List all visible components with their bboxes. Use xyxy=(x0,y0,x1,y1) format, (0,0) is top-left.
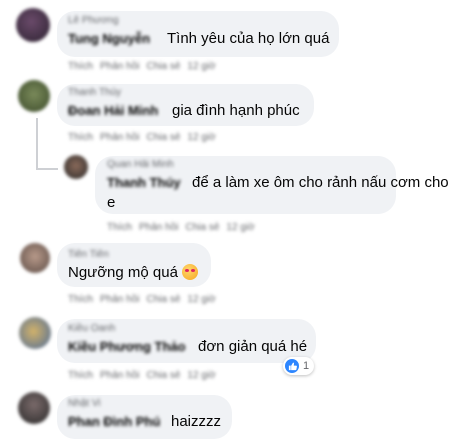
avatar[interactable] xyxy=(19,317,51,349)
reply-thread-line xyxy=(36,118,38,168)
like-action[interactable]: Thích xyxy=(68,294,93,305)
commenter-badge: Nhật Vi xyxy=(68,398,101,409)
timestamp: 12 giờ xyxy=(187,132,216,143)
like-action[interactable]: Thích xyxy=(68,132,93,143)
like-action[interactable]: Thích xyxy=(68,61,93,72)
commenter-badge: Quan Hải Minh xyxy=(107,159,174,170)
reply-thread-line xyxy=(36,168,58,170)
comment-actions[interactable]: Thích Phản hồi Chia sẻ 12 giờ xyxy=(68,294,223,305)
avatar[interactable] xyxy=(64,155,88,179)
comment-text: Ngưỡng mộ quá xyxy=(68,263,199,282)
comment-actions[interactable]: Thích Phản hồi Chia sẻ 12 giờ xyxy=(68,61,223,72)
like-action[interactable]: Thích xyxy=(107,222,132,233)
timestamp: 12 giờ xyxy=(187,61,216,72)
timestamp: 12 giờ xyxy=(187,294,216,305)
like-action[interactable]: Thích xyxy=(68,370,93,381)
reply-action[interactable]: Phản hồi xyxy=(139,222,178,233)
comment-text: haizzzz xyxy=(171,413,222,430)
share-action[interactable]: Chia sẻ xyxy=(147,132,181,143)
comment-text: để a làm xe ôm cho rảnh nấu cơm cho xyxy=(192,174,449,191)
share-action[interactable]: Chia sẻ xyxy=(186,222,220,233)
like-reaction-icon xyxy=(285,359,299,373)
reply-action[interactable]: Phản hồi xyxy=(100,370,139,381)
comment-text: Tình yêu của họ lớn quá xyxy=(167,30,330,47)
comment-text: gia đình hạnh phúc xyxy=(172,102,300,119)
reaction-count: 1 xyxy=(303,360,310,372)
commenter-name[interactable]: Thanh Thúy xyxy=(107,175,181,190)
reply-action[interactable]: Phản hồi xyxy=(100,132,139,143)
commenter-name[interactable]: Tung Nguyễn xyxy=(68,31,150,46)
share-action[interactable]: Chia sẻ xyxy=(147,370,181,381)
commenter-badge: Lê Phương xyxy=(68,15,119,26)
smiling-face-with-hearts-icon xyxy=(182,264,199,280)
commenter-name[interactable]: Kiều Phương Thảo xyxy=(68,339,186,354)
timestamp: 12 giờ xyxy=(226,222,255,233)
reaction-summary[interactable]: 1 xyxy=(283,357,315,375)
avatar[interactable] xyxy=(20,243,50,273)
commenter-name[interactable]: Phan Đình Phú xyxy=(68,414,160,429)
commenter-badge: Kiều Oanh xyxy=(68,323,116,334)
comment-actions[interactable]: Thích Phản hồi Chia sẻ 12 giờ xyxy=(107,222,262,233)
comment-text-content: Ngưỡng mộ quá xyxy=(68,264,178,281)
avatar[interactable] xyxy=(18,80,50,112)
share-action[interactable]: Chia sẻ xyxy=(147,61,181,72)
commenter-name[interactable]: Đoan Hải Minh xyxy=(68,103,158,118)
share-action[interactable]: Chia sẻ xyxy=(147,294,181,305)
avatar[interactable] xyxy=(18,392,50,424)
commenter-badge: Thanh Thúy xyxy=(68,87,122,98)
reply-action[interactable]: Phản hồi xyxy=(100,294,139,305)
timestamp: 12 giờ xyxy=(187,370,216,381)
avatar[interactable] xyxy=(16,8,50,42)
comment-actions[interactable]: Thích Phản hồi Chia sẻ 12 giờ xyxy=(68,132,223,143)
comment-text: đơn giản quá hé xyxy=(198,338,308,355)
comment-actions[interactable]: Thích Phản hồi Chia sẻ 12 giờ xyxy=(68,370,223,381)
commenter-name[interactable]: Tiên Tiên xyxy=(68,249,109,260)
reply-action[interactable]: Phản hồi xyxy=(100,61,139,72)
comment-text: e xyxy=(107,194,116,211)
